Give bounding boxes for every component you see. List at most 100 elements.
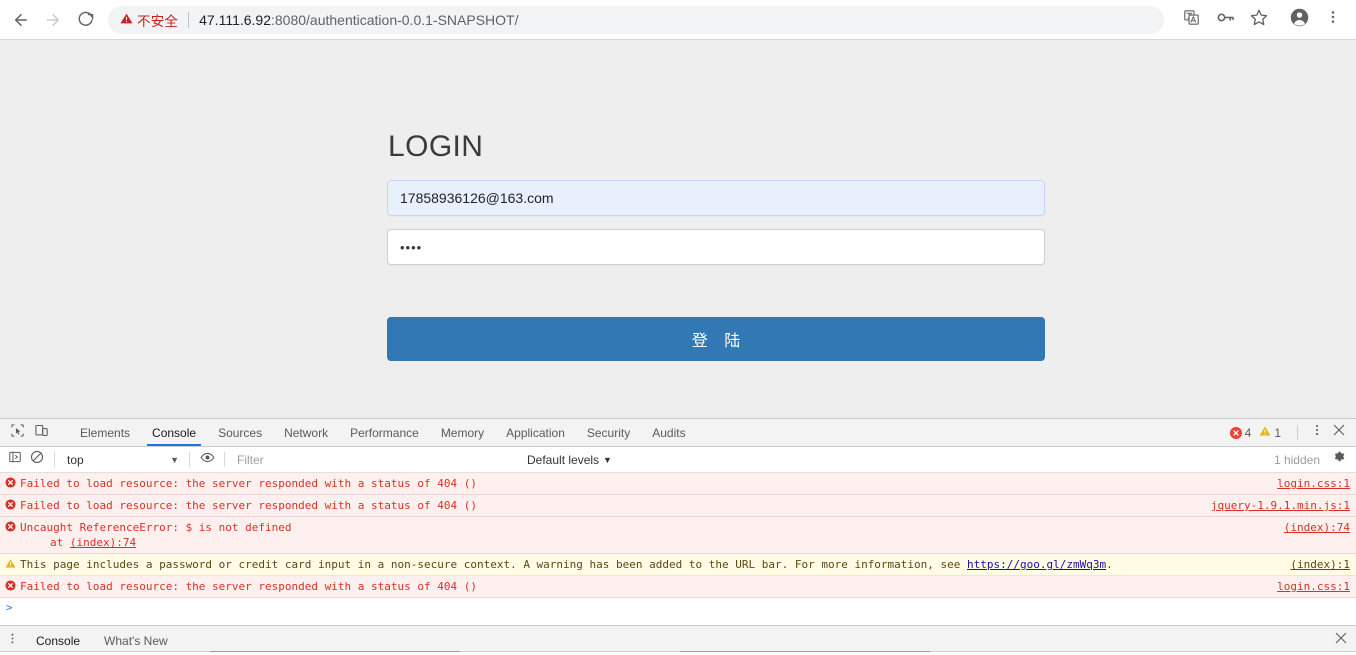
filterbar-divider-1 (54, 452, 55, 467)
reload-button[interactable] (70, 5, 100, 35)
tab-memory[interactable]: Memory (430, 419, 495, 446)
warning-triangle-icon (120, 12, 133, 28)
warning-icon (0, 557, 20, 569)
warning-count: 1 (1274, 425, 1281, 440)
back-arrow-icon (12, 11, 30, 29)
omnibox[interactable]: 不安全 47.111.6.92:8080/authentication-0.0.… (108, 5, 1164, 34)
clear-console-button[interactable] (26, 449, 48, 471)
console-message-row[interactable]: Failed to load resource: the server resp… (0, 495, 1356, 517)
error-badge-icon (1229, 426, 1242, 439)
live-expression-eye-icon (200, 450, 215, 470)
log-levels-select[interactable]: Default levels ▼ (527, 453, 612, 467)
console-message-source[interactable]: jquery-1.9.1.min.js:1 (1199, 498, 1350, 512)
devtools-tool-icons (0, 419, 69, 446)
tab-audits-label: Audits (652, 425, 686, 440)
tab-performance-label: Performance (350, 425, 419, 440)
url-host: 47.111.6.92 (199, 11, 271, 28)
close-icon (1334, 631, 1348, 650)
console-message-text: Failed to load resource: the server resp… (20, 580, 477, 593)
console-message-row[interactable]: Failed to load resource: the server resp… (0, 473, 1356, 495)
email-field[interactable]: 17858936126@163.com (387, 180, 1045, 216)
browser-menu-button[interactable] (1318, 5, 1348, 35)
forward-button[interactable] (38, 5, 68, 35)
filterbar-divider-3 (224, 452, 225, 467)
log-levels-value: Default levels (527, 452, 600, 467)
close-icon (1332, 423, 1346, 442)
inspect-element-button[interactable] (6, 422, 28, 444)
device-toolbar-icon (34, 423, 49, 443)
forward-arrow-icon (44, 11, 62, 29)
error-icon (0, 579, 20, 591)
stack-prefix: at (50, 536, 70, 549)
issue-counts[interactable]: 4 1 (1229, 425, 1289, 440)
drawer-menu-icon (6, 632, 19, 650)
tab-memory-label: Memory (440, 425, 485, 440)
warning-learn-more-link[interactable]: https://goo.gl/zmWq3m (967, 558, 1106, 571)
console-message-row[interactable]: Failed to load resource: the server resp… (0, 576, 1356, 598)
console-message-source[interactable]: login.css:1 (1265, 579, 1350, 593)
email-field-value: 17858936126@163.com (400, 190, 554, 206)
stack-link[interactable]: (index):74 (70, 536, 136, 549)
console-filter-bar: top ▼ Filter Default levels ▼ 1 hidden (0, 447, 1356, 473)
tab-network[interactable]: Network (273, 419, 339, 446)
execution-context-select[interactable]: top ▼ (61, 453, 183, 467)
tab-console[interactable]: Console (141, 419, 207, 446)
bookmark-button[interactable] (1244, 5, 1274, 35)
omnibox-divider (188, 11, 190, 28)
console-settings-button[interactable] (1328, 449, 1350, 471)
live-expression-button[interactable] (196, 449, 218, 471)
chevron-down-icon: ▼ (603, 454, 612, 465)
tab-security-label: Security (586, 425, 631, 440)
devtools-close-button[interactable] (1328, 422, 1350, 444)
drawer-tab-console-label: Console (36, 633, 81, 648)
hidden-messages-count: 1 hidden (1273, 452, 1320, 467)
tab-elements[interactable]: Elements (69, 419, 141, 446)
password-manager-button[interactable] (1210, 5, 1240, 35)
profile-button[interactable] (1284, 5, 1314, 35)
translate-icon (1183, 9, 1200, 31)
prompt-caret-icon: > (6, 601, 13, 614)
tab-application[interactable]: Application (495, 419, 576, 446)
console-prompt[interactable]: > (0, 598, 1356, 618)
console-sidebar-icon (8, 450, 22, 469)
back-button[interactable] (6, 5, 36, 35)
error-count: 4 (1244, 425, 1252, 440)
profile-avatar-icon (1289, 7, 1310, 33)
security-chip[interactable]: 不安全 (120, 10, 178, 30)
console-message-row[interactable]: This page includes a password or credit … (0, 554, 1356, 576)
login-button[interactable]: 登 陆 (387, 317, 1045, 361)
tab-sources[interactable]: Sources (207, 419, 273, 446)
chevron-down-icon: ▼ (170, 454, 179, 465)
error-icon (0, 476, 20, 488)
warning-text-before: This page includes a password or credit … (20, 558, 968, 571)
tab-security[interactable]: Security (576, 419, 641, 446)
console-message-source[interactable]: (index):74 (1272, 520, 1350, 534)
translate-button[interactable] (1176, 5, 1206, 35)
tab-performance[interactable]: Performance (339, 419, 430, 446)
page-viewport: LOGIN 17858936126@163.com •••• 登 陆 (0, 40, 1356, 418)
devtools-tabs: Elements Console Sources Network Perform… (69, 419, 1230, 446)
tab-application-label: Application (506, 425, 565, 440)
console-message-source[interactable]: login.css:1 (1265, 476, 1350, 490)
console-stack-line: at (index):74 (20, 535, 1272, 550)
console-sidebar-toggle[interactable] (4, 449, 26, 471)
key-icon (1216, 8, 1235, 32)
url-text[interactable]: 47.111.6.92:8080/authentication-0.0.1-SN… (199, 12, 1150, 28)
browser-toolbar: 不安全 47.111.6.92:8080/authentication-0.0.… (0, 0, 1356, 40)
tab-elements-label: Elements (80, 425, 131, 440)
three-dot-menu-icon (1325, 9, 1341, 30)
window-bottom-edge (0, 651, 1356, 655)
devtools-panel: Elements Console Sources Network Perform… (0, 418, 1356, 655)
devtools-more-button[interactable] (1306, 422, 1328, 444)
filter-input[interactable]: Filter (231, 453, 511, 467)
console-message-row[interactable]: Uncaught ReferenceError: $ is not define… (0, 517, 1356, 554)
password-field[interactable]: •••• (387, 229, 1045, 265)
console-message-body: Uncaught ReferenceError: $ is not define… (20, 520, 1272, 550)
tab-audits[interactable]: Audits (641, 419, 696, 446)
password-field-value: •••• (400, 239, 423, 255)
console-messages[interactable]: Failed to load resource: the server resp… (0, 473, 1356, 625)
device-toolbar-button[interactable] (30, 422, 52, 444)
console-message-source[interactable]: (index):1 (1278, 557, 1350, 571)
warning-badge-icon (1259, 425, 1271, 440)
tab-sources-label: Sources (218, 425, 263, 440)
